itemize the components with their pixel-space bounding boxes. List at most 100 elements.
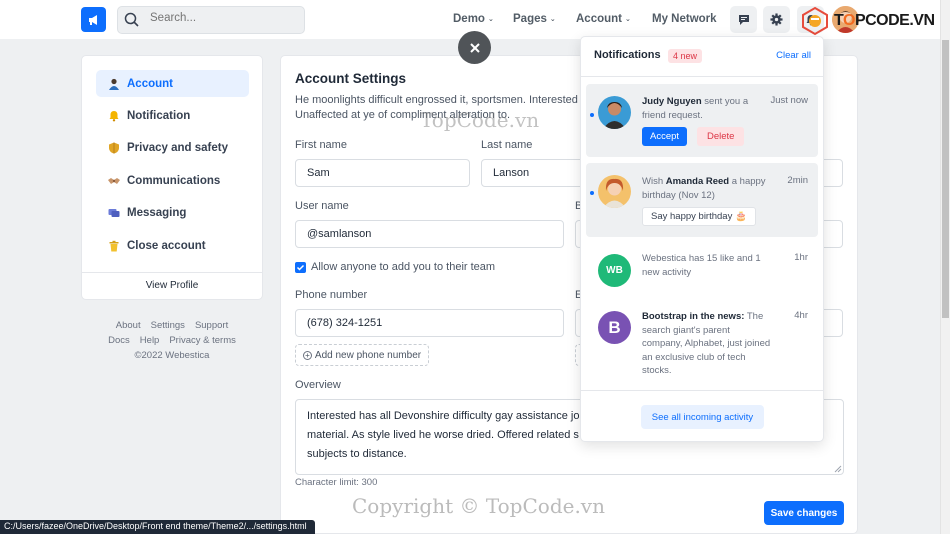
watermark-logo-rest: PCODE.VN (854, 12, 935, 29)
settings-button[interactable] (763, 6, 790, 33)
watermark-logo-t: T (834, 12, 843, 29)
notifications-header: Notifications 4 new Clear all (581, 37, 823, 77)
delete-button[interactable]: Delete (697, 127, 745, 146)
notifications-title: Notifications (594, 49, 661, 61)
say-happy-birthday-button[interactable]: Say happy birthday 🎂 (642, 207, 756, 226)
phone-label: Phone number (295, 289, 368, 301)
see-all-activity-button[interactable]: See all incoming activity (641, 405, 764, 429)
allow-team-checkbox[interactable]: Allow anyone to add you to their team (295, 261, 495, 273)
footer-links-row2: Docs Help Privacy & terms (81, 335, 263, 346)
notification-name: Amanda Reed (665, 176, 730, 187)
notification-time: 4hr (794, 310, 808, 321)
username-field[interactable]: @samlanson (295, 220, 564, 248)
nav-my-network[interactable]: My Network (652, 13, 717, 25)
sidebar-item-notification[interactable]: Notification (96, 102, 249, 129)
notification-text: Judy Nguyen sent you a friend request. (642, 95, 772, 122)
overview-line: subjects to distance. (307, 448, 407, 460)
username-label: User name (295, 200, 349, 212)
phone-field[interactable]: (678) 324-1251 (295, 309, 564, 337)
watermark-logo-o: O (842, 12, 855, 29)
messages-button[interactable] (730, 6, 757, 33)
allow-team-label: Allow anyone to add you to their team (311, 261, 496, 273)
search-box[interactable] (117, 6, 305, 34)
unread-dot (590, 191, 594, 195)
chevron-down-icon: ⌄ (549, 16, 556, 23)
sidebar-item-label: Close account (127, 239, 206, 252)
footer-link-about[interactable]: About (116, 320, 141, 331)
watermark-logo: TOPCODE.VN (800, 6, 935, 36)
sidebar-item-account[interactable]: Account (96, 70, 249, 97)
page-scrollbar[interactable] (940, 0, 950, 534)
clear-all-link[interactable]: Clear all (776, 50, 811, 61)
watermark-logo-icon (802, 6, 828, 36)
avatar (598, 96, 631, 129)
nav-account[interactable]: Account ⌄ (576, 13, 631, 25)
footer-link-docs[interactable]: Docs (108, 335, 130, 346)
nav-demo[interactable]: Demo ⌄ (453, 13, 494, 25)
character-limit: Character limit: 300 (295, 477, 378, 488)
save-changes-button[interactable]: Save changes (764, 501, 844, 525)
sidebar-item-messaging[interactable]: Messaging (96, 199, 249, 226)
notification-text: Bootstrap in the news: The search giant'… (642, 310, 772, 378)
notifications-dropdown: Notifications 4 new Clear all Judy Nguye… (580, 36, 824, 442)
footer-copyright: ©2022 Webestica (134, 350, 210, 361)
sidebar-item-privacy[interactable]: Privacy and safety (96, 134, 249, 161)
footer-link-support[interactable]: Support (195, 320, 228, 331)
watermark-logo-text: TOPCODE.VN (834, 12, 935, 30)
sidebar-divider (82, 272, 262, 273)
search-icon (124, 12, 139, 27)
judy-avatar-image (598, 96, 631, 129)
notification-name: Judy Nguyen (642, 96, 702, 107)
avatar: WB (598, 254, 631, 287)
watermark-center: TopCode.vn (420, 108, 540, 132)
chevron-down-icon: ⌄ (487, 16, 494, 23)
notification-time: Just now (770, 95, 809, 106)
avatar (598, 175, 631, 208)
notification-item[interactable]: Judy Nguyen sent you a friend request. J… (586, 84, 818, 157)
watermark-copyright: Copyright © TopCode.vn (352, 494, 605, 518)
new-count-badge: 4 new (668, 49, 703, 63)
nav-pages-label: Pages (513, 13, 547, 25)
notification-text: Webestica has 15 like and 1 new activity (642, 253, 761, 278)
notification-item[interactable]: WB Webestica has 15 like and 1 new activ… (586, 242, 818, 300)
handshake-icon (108, 177, 120, 184)
checkbox-checked-icon (295, 261, 306, 273)
view-profile-link[interactable]: View Profile (82, 280, 262, 291)
footer-link-privacy[interactable]: Privacy & terms (169, 335, 236, 346)
last-name-label: Last name (481, 139, 533, 151)
first-name-label: First name (295, 139, 347, 151)
notification-item[interactable]: B Bootstrap in the news: The search gian… (586, 299, 818, 379)
add-phone-button[interactable]: + Add new phone number (295, 344, 429, 366)
accept-button[interactable]: Accept (642, 127, 688, 146)
footer-link-help[interactable]: Help (140, 335, 160, 346)
plus-circle-icon: + (302, 350, 312, 360)
page-title: Account Settings (295, 71, 407, 86)
footer-link-settings[interactable]: Settings (151, 320, 185, 331)
gear-icon (770, 13, 783, 26)
scrollbar-thumb[interactable] (942, 40, 949, 318)
chat-icon (738, 14, 749, 25)
overview-label: Overview (295, 379, 341, 391)
sidebar-item-label: Messaging (127, 206, 187, 219)
app-logo[interactable] (81, 7, 106, 32)
resize-handle-icon[interactable] (834, 465, 842, 473)
browser-status-bar: C:/Users/fazee/OneDrive/Desktop/Front en… (0, 520, 315, 534)
nav-demo-label: Demo (453, 13, 485, 25)
notification-name: Bootstrap in the news: (642, 311, 745, 322)
sidebar-item-communications[interactable]: Communications (96, 167, 249, 194)
notification-text: Wish Amanda Reed a happy birthday (Nov 1… (642, 175, 772, 202)
bootstrap-avatar: B (598, 311, 631, 344)
person-icon (109, 78, 119, 90)
close-button[interactable] (458, 31, 491, 64)
sidebar-item-close-account[interactable]: Close account (96, 232, 249, 259)
search-input[interactable] (150, 12, 290, 24)
notification-item[interactable]: Wish Amanda Reed a happy birthday (Nov 1… (586, 163, 818, 237)
unread-dot (590, 113, 594, 117)
megaphone-icon (88, 14, 97, 25)
first-name-field[interactable]: Sam (295, 159, 470, 187)
sidebar-item-label: Privacy and safety (127, 141, 229, 154)
nav-pages[interactable]: Pages ⌄ (513, 13, 556, 25)
sidebar-item-label: Communications (127, 174, 221, 187)
close-icon (469, 42, 480, 53)
trash-icon (109, 240, 119, 251)
